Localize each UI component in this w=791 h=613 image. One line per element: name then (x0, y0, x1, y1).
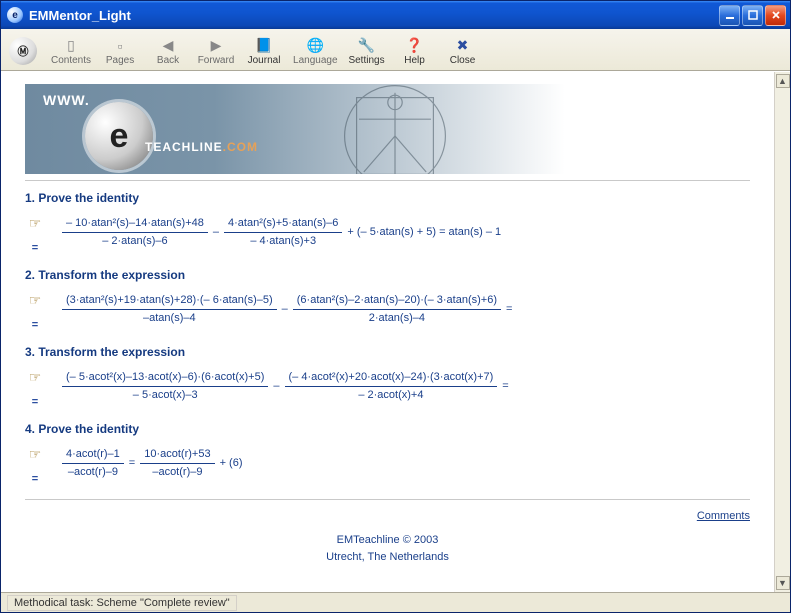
banner-www: WWW. (43, 92, 90, 108)
hand-icon[interactable]: ☞ (29, 369, 42, 386)
problem-expression: 4·acot(r)–1–acot(r)–9 = 10·acot(r)+53–ac… (59, 446, 243, 480)
toolbar-label: Contents (51, 55, 91, 66)
statusbar: Methodical task: Scheme "Complete review… (1, 592, 790, 612)
titlebar: e EMMentor_Light (1, 1, 790, 29)
vitruvian-icon (335, 84, 455, 174)
help-icon: ❓ (406, 38, 424, 54)
app-window: e EMMentor_Light Ⓜ ▯ Contents ▫ Pages ◀ … (0, 0, 791, 613)
contents-icon: ▯ (62, 38, 80, 54)
divider (25, 180, 750, 181)
brand-suffix: .COM (223, 140, 258, 154)
vertical-scrollbar[interactable]: ▲ ▼ (774, 72, 790, 592)
pages-icon: ▫ (111, 38, 129, 54)
toolbar-back-button[interactable]: ◀ Back (149, 31, 187, 70)
equals-icon[interactable]: = (32, 319, 38, 331)
toolbar-label: Back (157, 55, 179, 66)
toolbar-help-button[interactable]: ❓ Help (396, 31, 434, 70)
brand-logo-small: Ⓜ (9, 37, 37, 65)
problem-title: 2. Transform the expression (25, 268, 750, 282)
window-title: EMMentor_Light (29, 8, 719, 23)
banner-brand: TEACHLINE.COM (145, 140, 258, 154)
footer-copyright: EMTeachline © 2003 (25, 532, 750, 549)
journal-icon: 📘 (255, 38, 273, 54)
app-icon: e (7, 7, 23, 23)
banner: WWW. e TEACHLINE.COM (25, 84, 565, 174)
toolbar-close-button[interactable]: ✖ Close (444, 31, 482, 70)
problem-expression: – 10·atan²(s)–14·atan(s)+48– 2·atan(s)–6… (59, 215, 501, 249)
toolbar-label: Pages (106, 55, 134, 66)
equals-icon[interactable]: = (32, 396, 38, 408)
problem-actions: ☞ = (25, 446, 45, 485)
toolbar-label: Help (404, 55, 425, 66)
equals-icon[interactable]: = (32, 242, 38, 254)
comments-link[interactable]: Comments (697, 510, 750, 522)
hand-icon[interactable]: ☞ (29, 446, 42, 463)
toolbar-settings-button[interactable]: 🔧 Settings (348, 31, 386, 70)
problem-expression: (– 5·acot²(x)–13·acot(x)–6)·(6·acot(x)+5… (59, 369, 509, 403)
hand-icon[interactable]: ☞ (29, 292, 42, 309)
toolbar-pages-button[interactable]: ▫ Pages (101, 31, 139, 70)
toolbar-label: Journal (248, 55, 281, 66)
problem-actions: ☞ = (25, 369, 45, 408)
scroll-up-icon[interactable]: ▲ (776, 74, 790, 88)
toolbar-language-button[interactable]: 🌐 Language (293, 31, 338, 70)
toolbar-label: Language (293, 55, 338, 66)
settings-icon: 🔧 (358, 38, 376, 54)
banner-logo: e (85, 102, 153, 170)
problem-expression: (3·atan²(s)+19·atan(s)+28)·(– 6·atan(s)–… (59, 292, 512, 326)
close-icon (771, 10, 781, 20)
problem-3: 3. Transform the expression ☞ = (– 5·aco… (25, 345, 750, 408)
close-app-icon: ✖ (454, 38, 472, 54)
problem-title: 4. Prove the identity (25, 422, 750, 436)
maximize-button[interactable] (742, 5, 763, 26)
hand-icon[interactable]: ☞ (29, 215, 42, 232)
minimize-icon (725, 10, 735, 20)
toolbar-contents-button[interactable]: ▯ Contents (51, 31, 91, 70)
problem-title: 1. Prove the identity (25, 191, 750, 205)
forward-icon: ▶ (207, 38, 225, 54)
status-text: Methodical task: Scheme "Complete review… (7, 595, 237, 611)
language-icon: 🌐 (306, 38, 324, 54)
footer: EMTeachline © 2003 Utrecht, The Netherla… (25, 532, 750, 565)
problem-4: 4. Prove the identity ☞ = 4·acot(r)–1–ac… (25, 422, 750, 485)
toolbar-label: Forward (198, 55, 235, 66)
toolbar-label: Close (450, 55, 476, 66)
maximize-icon (748, 10, 758, 20)
problem-title: 3. Transform the expression (25, 345, 750, 359)
close-button[interactable] (765, 5, 786, 26)
footer-location: Utrecht, The Netherlands (25, 549, 750, 566)
toolbar-journal-button[interactable]: 📘 Journal (245, 31, 283, 70)
content-area: WWW. e TEACHLINE.COM 1. Prove the identi… (1, 71, 790, 592)
problem-actions: ☞ = (25, 215, 45, 254)
comments-row: Comments (25, 510, 750, 522)
divider (25, 499, 750, 500)
equals-icon[interactable]: = (32, 473, 38, 485)
document-body: WWW. e TEACHLINE.COM 1. Prove the identi… (1, 72, 774, 592)
toolbar: Ⓜ ▯ Contents ▫ Pages ◀ Back ▶ Forward 📘 … (1, 29, 790, 71)
problem-actions: ☞ = (25, 292, 45, 331)
problem-2: 2. Transform the expression ☞ = (3·atan²… (25, 268, 750, 331)
back-icon: ◀ (159, 38, 177, 54)
toolbar-label: Settings (348, 55, 384, 66)
minimize-button[interactable] (719, 5, 740, 26)
window-controls (719, 5, 786, 26)
brand-main: TEACHLINE (145, 140, 223, 154)
toolbar-forward-button[interactable]: ▶ Forward (197, 31, 235, 70)
scroll-down-icon[interactable]: ▼ (776, 576, 790, 590)
problem-1: 1. Prove the identity ☞ = – 10·atan²(s)–… (25, 191, 750, 254)
